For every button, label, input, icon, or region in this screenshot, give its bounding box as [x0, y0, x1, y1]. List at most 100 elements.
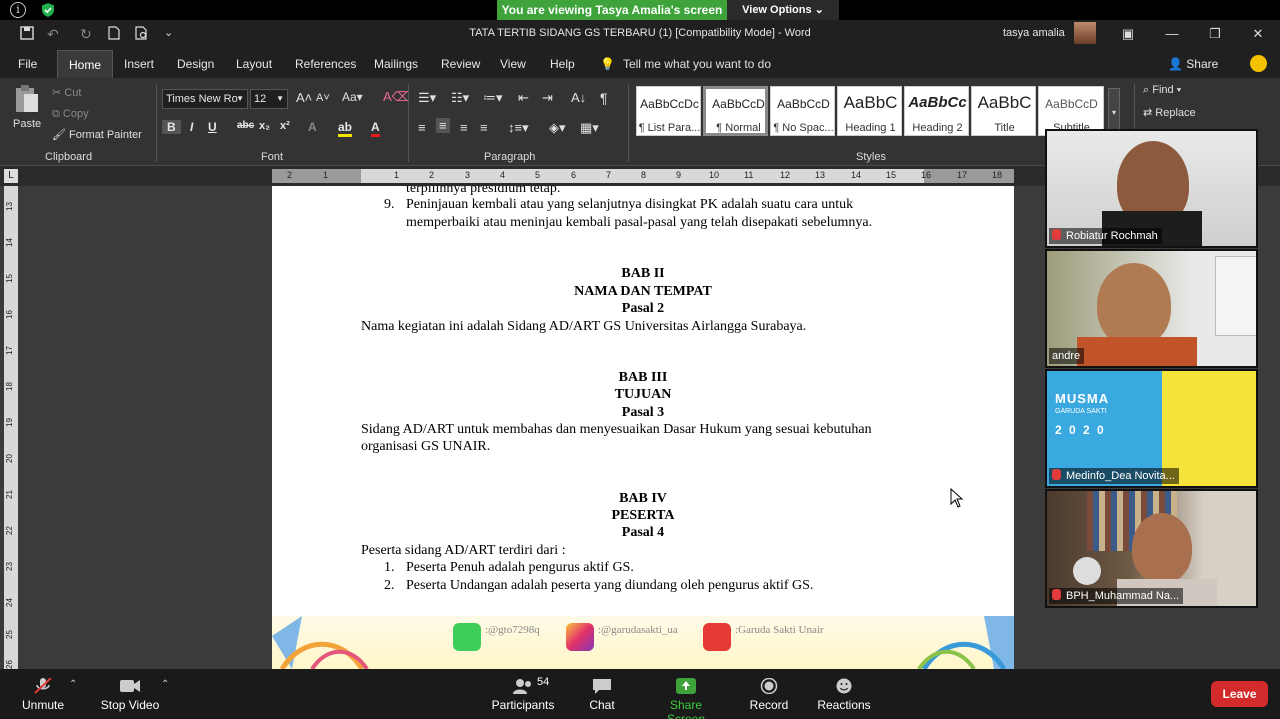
horizontal-ruler[interactable]: 2 1 1 2 3 4 5 6 7 8 9 10 11 12 13 14 15 …: [272, 169, 1014, 183]
show-formatting-icon[interactable]: ¶: [600, 90, 608, 106]
loading-spinner-icon: [1073, 557, 1101, 585]
style-sample: AaBbCcD: [712, 97, 765, 111]
strikethrough-button[interactable]: abc: [237, 120, 254, 131]
video-tile[interactable]: BPH_Muhammad Na...: [1045, 489, 1258, 608]
increase-indent-icon[interactable]: ⇥: [542, 90, 553, 106]
view-options-button[interactable]: View Options ⌄: [727, 0, 839, 20]
style-heading-1[interactable]: AaBbC Heading 1: [837, 86, 902, 136]
italic-button[interactable]: I: [190, 120, 193, 134]
change-case-icon[interactable]: Aa▾: [342, 90, 363, 104]
reactions-button[interactable]: Reactions: [816, 669, 872, 719]
replace-button[interactable]: ⇄ Replace: [1143, 106, 1196, 119]
ruler-number: 16: [4, 310, 14, 319]
smiley-reaction-icon: [836, 678, 852, 694]
tell-me-search[interactable]: 💡 Tell me what you want to do: [600, 50, 771, 78]
shrink-font-icon[interactable]: A˅: [316, 92, 330, 104]
ruler-margin-left: [272, 169, 361, 183]
style-no-spacing[interactable]: AaBbCcD ¶ No Spac...: [770, 86, 835, 136]
ruler-number: 12: [780, 170, 791, 180]
copy-button[interactable]: ⧉ Copy: [52, 108, 89, 121]
tab-references[interactable]: References: [295, 50, 356, 78]
numbering-icon[interactable]: ☷▾: [451, 90, 469, 106]
text-effects-icon[interactable]: A: [308, 120, 317, 134]
tab-review[interactable]: Review: [441, 50, 480, 78]
tab-layout[interactable]: Layout: [236, 50, 272, 78]
style-sample: AaBbCcD: [1045, 97, 1098, 111]
format-painter-button[interactable]: 🖌 Format Painter: [52, 128, 142, 141]
clear-formatting-icon[interactable]: A⌫: [383, 89, 410, 105]
tab-design[interactable]: Design: [177, 50, 214, 78]
chat-button[interactable]: Chat: [580, 669, 624, 719]
record-button[interactable]: Record: [748, 669, 790, 719]
font-name-select[interactable]: Times New Ro ▼: [162, 89, 248, 109]
vertical-ruler[interactable]: 13 14 15 16 17 18 19 20 21 22 23 24 25 2…: [4, 186, 18, 669]
tab-file[interactable]: File: [18, 50, 37, 78]
style-title[interactable]: AaBbC Title: [971, 86, 1036, 136]
tab-view[interactable]: View: [500, 50, 526, 78]
underline-button[interactable]: U: [208, 120, 217, 134]
unmute-button[interactable]: Unmute: [18, 669, 68, 719]
feedback-smiley-icon[interactable]: [1250, 55, 1267, 72]
zoom-toolbar: Unmute ⌃ Stop Video ⌃ Participants 54 Ch…: [0, 669, 1280, 719]
ruler-number: 2: [429, 170, 435, 180]
clipboard-group-label: Clipboard: [45, 151, 93, 163]
borders-icon[interactable]: ▦▾: [580, 120, 599, 136]
justify-icon[interactable]: ≡: [480, 120, 488, 135]
grow-font-icon[interactable]: A˄: [296, 90, 312, 105]
font-color-icon[interactable]: A: [371, 120, 380, 137]
share-button[interactable]: 👤 Share: [1168, 50, 1218, 78]
ribbon-display-icon[interactable]: ▣: [1118, 24, 1138, 44]
subscript-button[interactable]: x₂: [259, 120, 270, 132]
align-right-icon[interactable]: ≡: [460, 120, 468, 135]
audio-options-chevron-icon[interactable]: ⌃: [69, 679, 77, 690]
article-heading: Pasal 2: [621, 301, 665, 316]
record-icon: [760, 678, 778, 694]
musma-logo-text: MUSMA: [1055, 391, 1110, 406]
superscript-button[interactable]: x²: [280, 120, 290, 132]
align-left-icon[interactable]: ≡: [418, 120, 426, 135]
font-size-select[interactable]: 12 ▼: [250, 89, 288, 109]
tab-mailings[interactable]: Mailings: [374, 50, 418, 78]
tab-help[interactable]: Help: [550, 50, 575, 78]
footer-instagram: :@garudasakti_ua: [598, 624, 678, 636]
video-tile[interactable]: Robiatur Rochmah: [1045, 129, 1258, 248]
ruler-number: 22: [4, 526, 14, 535]
body-text: Sidang AD/ART untuk membahas dan menyesu…: [361, 422, 872, 437]
bullets-icon[interactable]: ☰▾: [418, 90, 436, 106]
decrease-indent-icon[interactable]: ⇤: [518, 90, 529, 106]
align-center-icon[interactable]: ≡: [436, 118, 450, 133]
shading-icon[interactable]: ◈▾: [549, 120, 566, 136]
leave-button[interactable]: Leave: [1211, 681, 1268, 707]
share-screen-icon: [676, 678, 696, 694]
participants-icon: [513, 679, 531, 694]
muted-microphone-icon: [34, 678, 52, 694]
avatar[interactable]: [1074, 22, 1096, 44]
video-options-chevron-icon[interactable]: ⌃: [161, 679, 169, 690]
find-button[interactable]: ⌕ Find ▾: [1143, 84, 1181, 97]
user-name[interactable]: tasya amalia: [1003, 27, 1065, 39]
style-list-paragraph[interactable]: AaBbCcDc ¶ List Para...: [636, 86, 701, 136]
info-icon[interactable]: i: [10, 2, 26, 18]
security-shield-icon[interactable]: [40, 2, 56, 18]
minimize-icon[interactable]: —: [1162, 24, 1182, 44]
bold-button[interactable]: B: [162, 120, 181, 134]
sort-icon[interactable]: A↓: [571, 90, 586, 105]
tab-home[interactable]: Home: [57, 50, 114, 78]
stop-video-button[interactable]: Stop Video: [100, 669, 160, 719]
tab-selector-icon[interactable]: L: [4, 169, 18, 183]
share-screen-button[interactable]: Share Screen: [650, 669, 722, 719]
style-heading-2[interactable]: AaBbCc Heading 2: [904, 86, 969, 136]
highlight-color-icon[interactable]: ab: [338, 120, 353, 137]
style-normal[interactable]: AaBbCcD ¶ Normal: [703, 86, 768, 136]
line-spacing-icon[interactable]: ↕≡▾: [508, 120, 529, 136]
document-page[interactable]: terpilihnya presidium tetap. 9. Peninjau…: [272, 186, 1014, 669]
participant-name: andre: [1052, 350, 1081, 362]
video-tile[interactable]: MUSMA GARUDA SAKTI 2 0 2 0 Medinfo_Dea N…: [1045, 369, 1258, 488]
close-icon[interactable]: ✕: [1248, 24, 1268, 44]
restore-icon[interactable]: ❐: [1205, 24, 1225, 44]
tab-insert[interactable]: Insert: [124, 50, 154, 78]
paste-button[interactable]: Paste: [12, 84, 42, 140]
cut-button[interactable]: ✂ Cut: [52, 86, 81, 99]
video-tile[interactable]: andre: [1045, 249, 1258, 368]
multilevel-list-icon[interactable]: ≔▾: [483, 90, 503, 106]
